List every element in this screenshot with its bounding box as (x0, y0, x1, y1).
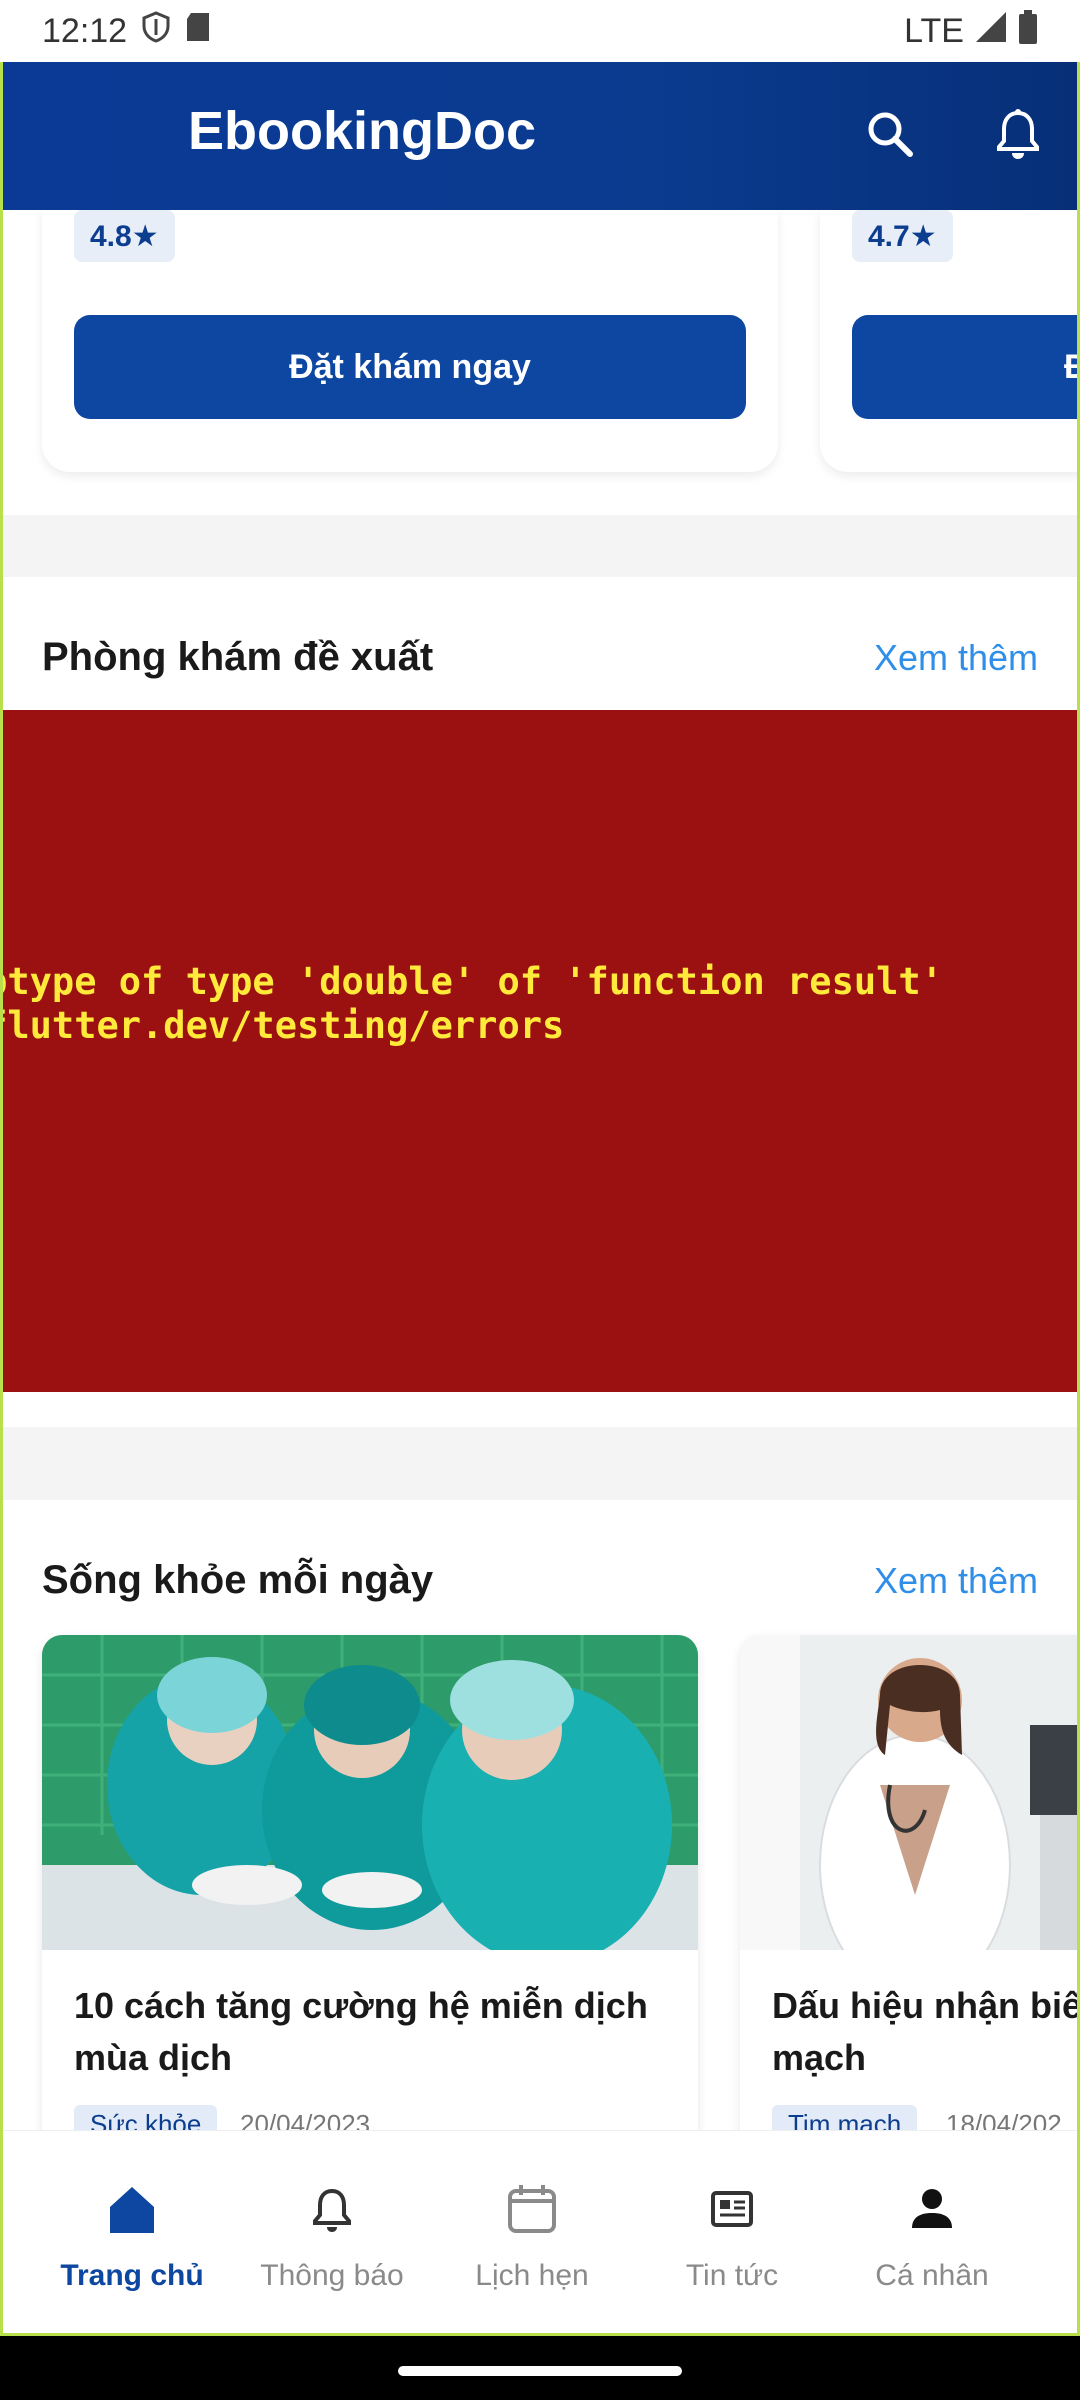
section-title: Sống khỏe mỗi ngày (42, 1558, 434, 1602)
battery-icon (1018, 9, 1038, 53)
notification-button[interactable] (986, 104, 1050, 168)
app-title: EbookingDoc (188, 101, 536, 161)
see-more-clinics-link[interactable]: Xem thêm (874, 637, 1038, 679)
nav-label: Cá nhân (875, 2259, 989, 2292)
signal-icon (974, 10, 1008, 53)
rating-badge: 4.8★ (74, 210, 175, 262)
article-tag: Sức khỏe (74, 2105, 218, 2130)
book-now-button[interactable]: Đ (852, 315, 1080, 419)
bell-icon (304, 2181, 360, 2237)
home-content[interactable]: 4.8★ Đặt khám ngay 4.7★ Đ Phòng khám đề … (0, 210, 1080, 2130)
article-title: Dấu hiệu nhận biế mạch (772, 1985, 1080, 2078)
nav-label: Tin tức (685, 2259, 779, 2292)
article-image (740, 1635, 1080, 1996)
search-icon (864, 108, 916, 165)
article-image (42, 1635, 698, 1965)
home-gesture-handle[interactable] (398, 2366, 682, 2376)
doctor-card[interactable]: 4.8★ Đặt khám ngay (42, 210, 778, 472)
status-time: 12:12 (42, 11, 128, 50)
article-title: 10 cách tăng cường hệ miễn dịch mùa dịch (74, 1985, 648, 2078)
bottom-navigation: Trang chủ Thông báo Lịch hẹn Tin tức Cá … (0, 2130, 1080, 2336)
status-bar: 12:12 LTE (0, 0, 1080, 62)
app-bar: EbookingDoc (0, 62, 1080, 210)
see-more-articles-link[interactable]: Xem thêm (874, 1560, 1038, 1602)
article-card[interactable]: 10 cách tăng cường hệ miễn dịch mùa dịch… (42, 1635, 698, 2130)
article-date: 20/04/2023 (240, 2109, 371, 2130)
nav-label: Trang chủ (60, 2259, 204, 2292)
gesture-navigation-bar (0, 2336, 1080, 2400)
nav-label: Lịch hẹn (475, 2259, 589, 2292)
section-title: Phòng khám đề xuất (42, 635, 434, 679)
sd-card-icon (185, 11, 211, 52)
search-button[interactable] (858, 104, 922, 168)
rating-badge: 4.7★ (852, 210, 953, 262)
bell-icon (993, 107, 1043, 166)
person-icon (904, 2181, 960, 2237)
nav-item-news[interactable]: Tin tức (632, 2131, 832, 2337)
article-date: 18/04/202 (946, 2109, 1062, 2130)
render-error-box: a subtype of type 'double' of 'function … (0, 710, 1080, 1392)
nav-item-notifications[interactable]: Thông báo (232, 2131, 432, 2337)
article-tag: Tim mạch (772, 2105, 918, 2130)
shield-icon (141, 10, 171, 52)
nav-item-home[interactable]: Trang chủ (32, 2131, 232, 2337)
nav-item-profile[interactable]: Cá nhân (832, 2131, 1032, 2337)
doctor-card[interactable]: 4.7★ Đ (820, 210, 1080, 472)
nav-item-appointments[interactable]: Lịch hẹn (432, 2131, 632, 2337)
calendar-icon (504, 2181, 560, 2237)
network-type: LTE (904, 11, 964, 50)
nav-label: Thông báo (260, 2259, 404, 2292)
book-now-button[interactable]: Đặt khám ngay (74, 315, 746, 419)
featured-doctors-section: 4.8★ Đặt khám ngay 4.7★ Đ (0, 210, 1080, 515)
home-icon (104, 2181, 160, 2237)
error-line: a subtype of type 'double' of 'function … (0, 960, 943, 1003)
error-line: ocs.flutter.dev/testing/errors (0, 1004, 565, 1047)
article-card[interactable]: Dấu hiệu nhận biế mạch Tim mạch 18/04/20… (740, 1635, 1080, 2130)
app-screen: 12:12 LTE EbookingDoc 4.8★ Đặt khám ngay… (0, 0, 1080, 2400)
news-icon (704, 2181, 760, 2237)
